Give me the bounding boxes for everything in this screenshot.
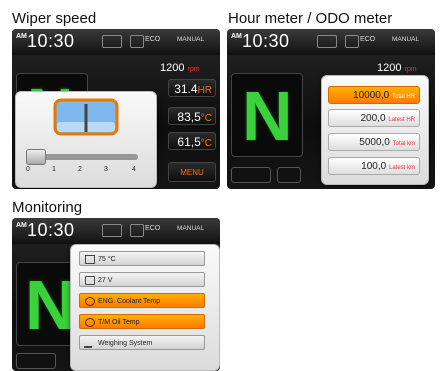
total-km-row[interactable]: 5000,0 Total km: [328, 133, 420, 151]
wiper-speed-popup: 0 1 2 3 4: [15, 91, 157, 188]
readout-temp-2: 61,5°C: [168, 132, 216, 150]
gear-display: N: [231, 73, 303, 157]
gauge-icon: [85, 255, 95, 264]
eco-label: ECO: [145, 225, 161, 232]
caption-wiper-speed: Wiper speed: [12, 10, 97, 27]
scale-label-4: 4: [132, 166, 136, 173]
manual-label: MANUAL: [177, 36, 205, 43]
scale-label-1: 1: [52, 166, 56, 173]
machine-status-tile[interactable]: [16, 353, 56, 369]
latest-hours-row[interactable]: 200,0 Latest HR: [328, 109, 420, 127]
machine-status-tile[interactable]: [231, 167, 271, 183]
gear-indicator: N: [242, 77, 293, 155]
clock: 10:30: [27, 31, 75, 51]
wiper-speed-screen: AM 10:30 ECO MANUAL N 1200 rpm 31.4HR 83…: [12, 29, 220, 189]
lamp-icon: [317, 35, 337, 48]
eco-label: ECO: [145, 36, 161, 43]
latest-km-row[interactable]: 100,0 Latest km: [328, 157, 420, 175]
bottom-tile-2[interactable]: [277, 167, 301, 183]
scale-label-2: 2: [78, 166, 82, 173]
total-hours-row[interactable]: 10000,0 Total HR: [328, 86, 420, 104]
monitor-row-oil[interactable]: T/M Oil Temp: [79, 314, 205, 329]
readout-hours: 31.4HR: [168, 79, 216, 97]
rpm-value: 1200 rpm: [160, 62, 200, 74]
monitor-row-battery[interactable]: 27 V: [79, 272, 205, 287]
battery-icon: [85, 276, 95, 285]
clock: 10:30: [242, 31, 290, 51]
rpm-value: 1200 rpm: [377, 62, 417, 74]
lamp-icon: [102, 35, 122, 48]
menu-button[interactable]: MENU: [168, 162, 216, 182]
manual-label: MANUAL: [177, 225, 205, 232]
caption-hour-meter: Hour meter / ODO meter: [228, 10, 393, 27]
scale-label-0: 0: [26, 166, 30, 173]
readout-temp-1: 83,5°C: [168, 107, 216, 125]
caption-monitoring: Monitoring: [12, 199, 83, 216]
windshield-wiper-icon: [53, 98, 119, 136]
status-bar: AM 10:30 ECO MANUAL: [12, 29, 220, 55]
monitoring-popup: 75 °C 27 V ENG. Coolant Temp T/M Oil Tem…: [70, 244, 220, 371]
oil-temp-icon: [85, 318, 95, 327]
monitor-row-weighing[interactable]: Weighing System: [79, 335, 205, 350]
ampm-label: AM: [231, 33, 242, 40]
status-bar: AM 10:30 ECO MANUAL: [227, 29, 435, 55]
wiper-speed-slider[interactable]: [26, 149, 138, 165]
lamp-icon: [102, 224, 122, 237]
eco-icon: [345, 35, 359, 48]
eco-icon: [130, 35, 144, 48]
weighing-icon: [83, 339, 95, 348]
monitor-row-gauge[interactable]: 75 °C: [79, 251, 205, 266]
monitoring-screen: AM 10:30 ECO MANUAL N 75 °C 27 V ENG. Co…: [12, 218, 220, 371]
manual-label: MANUAL: [392, 36, 420, 43]
gear-indicator: N: [25, 266, 76, 344]
eco-icon: [130, 224, 144, 237]
eco-label: ECO: [360, 36, 376, 43]
hour-meter-screen: AM 10:30 ECO MANUAL N 1200 rpm 10000,0 T…: [227, 29, 435, 189]
slider-handle[interactable]: [26, 149, 46, 165]
status-bar: AM 10:30 ECO MANUAL: [12, 218, 220, 244]
monitor-row-coolant[interactable]: ENG. Coolant Temp: [79, 293, 205, 308]
ampm-label: AM: [16, 33, 27, 40]
clock: 10:30: [27, 220, 75, 240]
coolant-temp-icon: [85, 297, 95, 306]
hour-odo-popup: 10000,0 Total HR 200,0 Latest HR 5000,0 …: [321, 75, 429, 185]
ampm-label: AM: [16, 222, 27, 229]
scale-label-3: 3: [104, 166, 108, 173]
